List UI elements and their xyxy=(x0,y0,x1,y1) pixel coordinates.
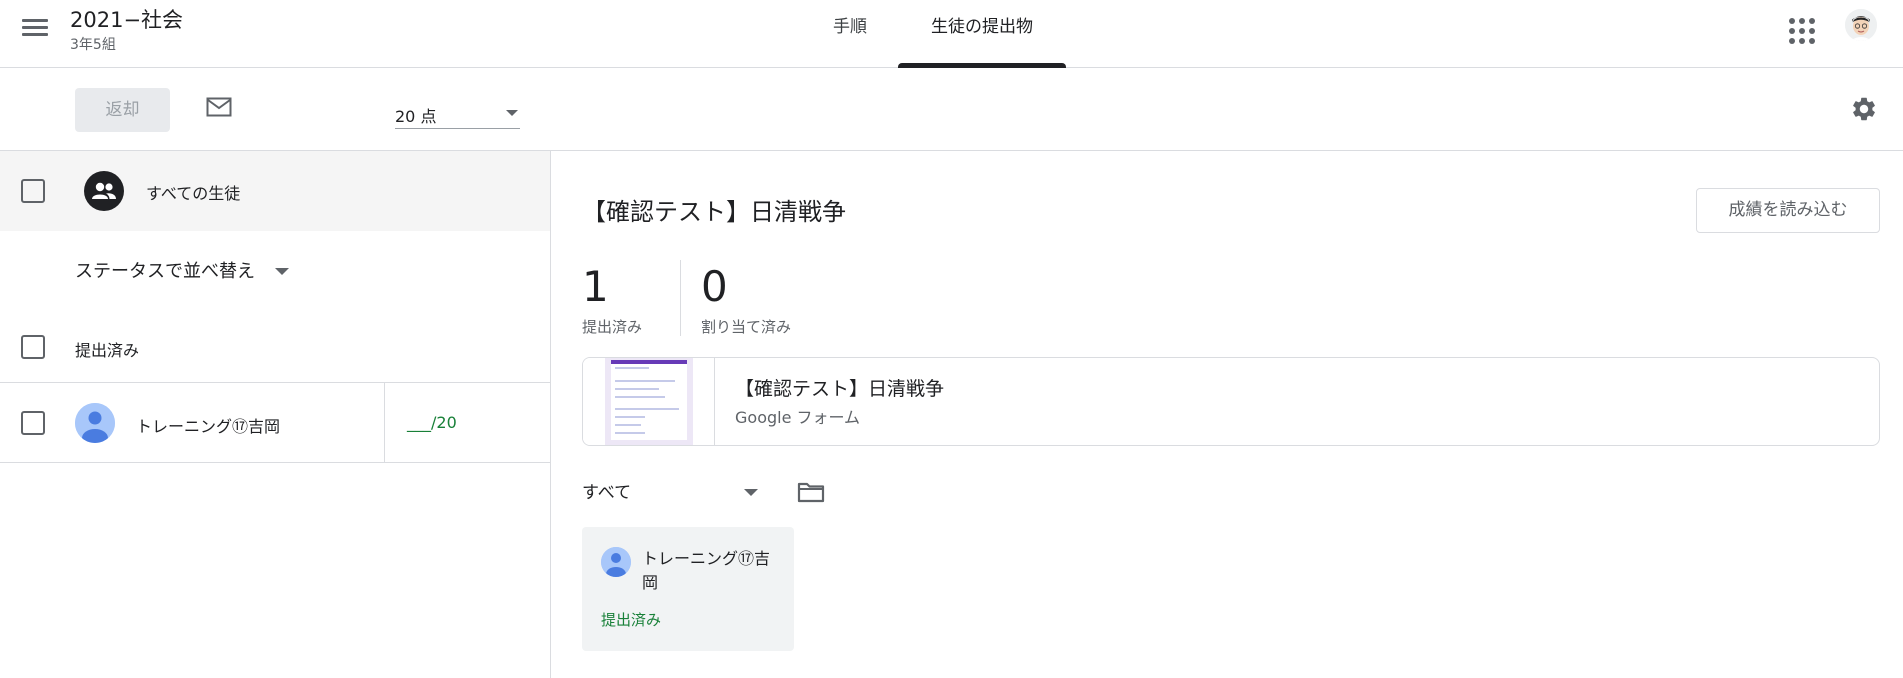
user-face-icon xyxy=(1845,9,1877,41)
sort-by-status-dropdown[interactable]: ステータスで並べ替え xyxy=(75,257,289,287)
main-menu-icon[interactable] xyxy=(22,16,48,38)
settings-gear-icon[interactable] xyxy=(1850,95,1878,123)
top-app-bar: 2021−社会 3年5組 手順 生徒の提出物 xyxy=(0,0,1903,68)
dropdown-arrow-icon xyxy=(275,268,289,275)
points-dropdown[interactable]: 20 点 xyxy=(395,95,520,129)
tab-student-work[interactable]: 生徒の提出物 xyxy=(898,0,1066,68)
dropdown-arrow-icon xyxy=(506,110,518,116)
work-card-student-name: トレーニング⑰吉岡 xyxy=(642,549,771,592)
import-grades-button[interactable]: 成績を読み込む xyxy=(1696,188,1880,233)
assigned-count-label: 割り当て済み xyxy=(701,318,792,336)
turned-in-count-label: 提出済み xyxy=(582,318,643,336)
class-title[interactable]: 2021−社会 xyxy=(70,4,183,34)
form-thumbnail xyxy=(583,358,715,445)
sort-label: ステータスで並べ替え xyxy=(75,261,255,282)
tab-instructions[interactable]: 手順 xyxy=(820,0,880,68)
all-students-row[interactable]: すべての生徒 xyxy=(0,151,550,231)
turned-in-count: 1 xyxy=(582,262,609,311)
people-icon xyxy=(84,171,124,211)
grading-toolbar: 返却 20 点 xyxy=(0,69,1903,151)
active-tab-indicator xyxy=(898,63,1066,68)
student-checkbox[interactable] xyxy=(21,411,45,435)
class-section: 3年5組 xyxy=(70,37,116,53)
assignment-title: 【確認テスト】日清戦争 xyxy=(582,198,846,226)
all-students-label: すべての生徒 xyxy=(146,184,241,203)
select-all-checkbox[interactable] xyxy=(21,179,45,203)
points-value: 20 点 xyxy=(395,107,437,126)
attachment-type: Google フォーム xyxy=(735,408,861,427)
work-card-status: 提出済み xyxy=(601,611,662,629)
select-turned-in-checkbox[interactable] xyxy=(21,335,45,359)
submission-filter-dropdown[interactable]: すべて xyxy=(582,478,764,508)
filter-label: すべて xyxy=(582,483,632,503)
grade-value[interactable]: ___/20 xyxy=(407,413,457,432)
student-name: トレーニング⑰吉岡 xyxy=(136,417,281,436)
google-apps-icon[interactable] xyxy=(1787,16,1815,44)
tab-instructions-label: 手順 xyxy=(833,17,867,37)
stat-divider xyxy=(680,260,681,336)
turned-in-section-header: 提出済み xyxy=(0,311,550,383)
tab-student-work-label: 生徒の提出物 xyxy=(931,17,1033,37)
turned-in-section-label: 提出済み xyxy=(75,341,140,360)
dropdown-arrow-icon xyxy=(744,489,758,496)
student-row[interactable]: トレーニング⑰吉岡 ___/20 xyxy=(0,383,550,463)
assigned-count: 0 xyxy=(701,262,728,311)
attachment-card[interactable]: 【確認テスト】日清戦争 Google フォーム xyxy=(582,357,1880,446)
return-button[interactable]: 返却 xyxy=(75,88,170,132)
account-avatar[interactable] xyxy=(1845,9,1877,41)
email-icon[interactable] xyxy=(206,97,232,117)
student-avatar-icon xyxy=(75,403,115,443)
folder-icon[interactable] xyxy=(797,480,825,504)
student-avatar-icon xyxy=(601,547,631,577)
grade-cell[interactable]: ___/20 xyxy=(384,383,550,462)
student-list-panel: すべての生徒 ステータスで並べ替え 提出済み トレーニング⑰吉岡 ___/20 xyxy=(0,151,551,678)
attachment-title: 【確認テスト】日清戦争 xyxy=(735,378,945,400)
student-work-card[interactable]: トレーニング⑰吉岡 提出済み xyxy=(582,527,794,651)
